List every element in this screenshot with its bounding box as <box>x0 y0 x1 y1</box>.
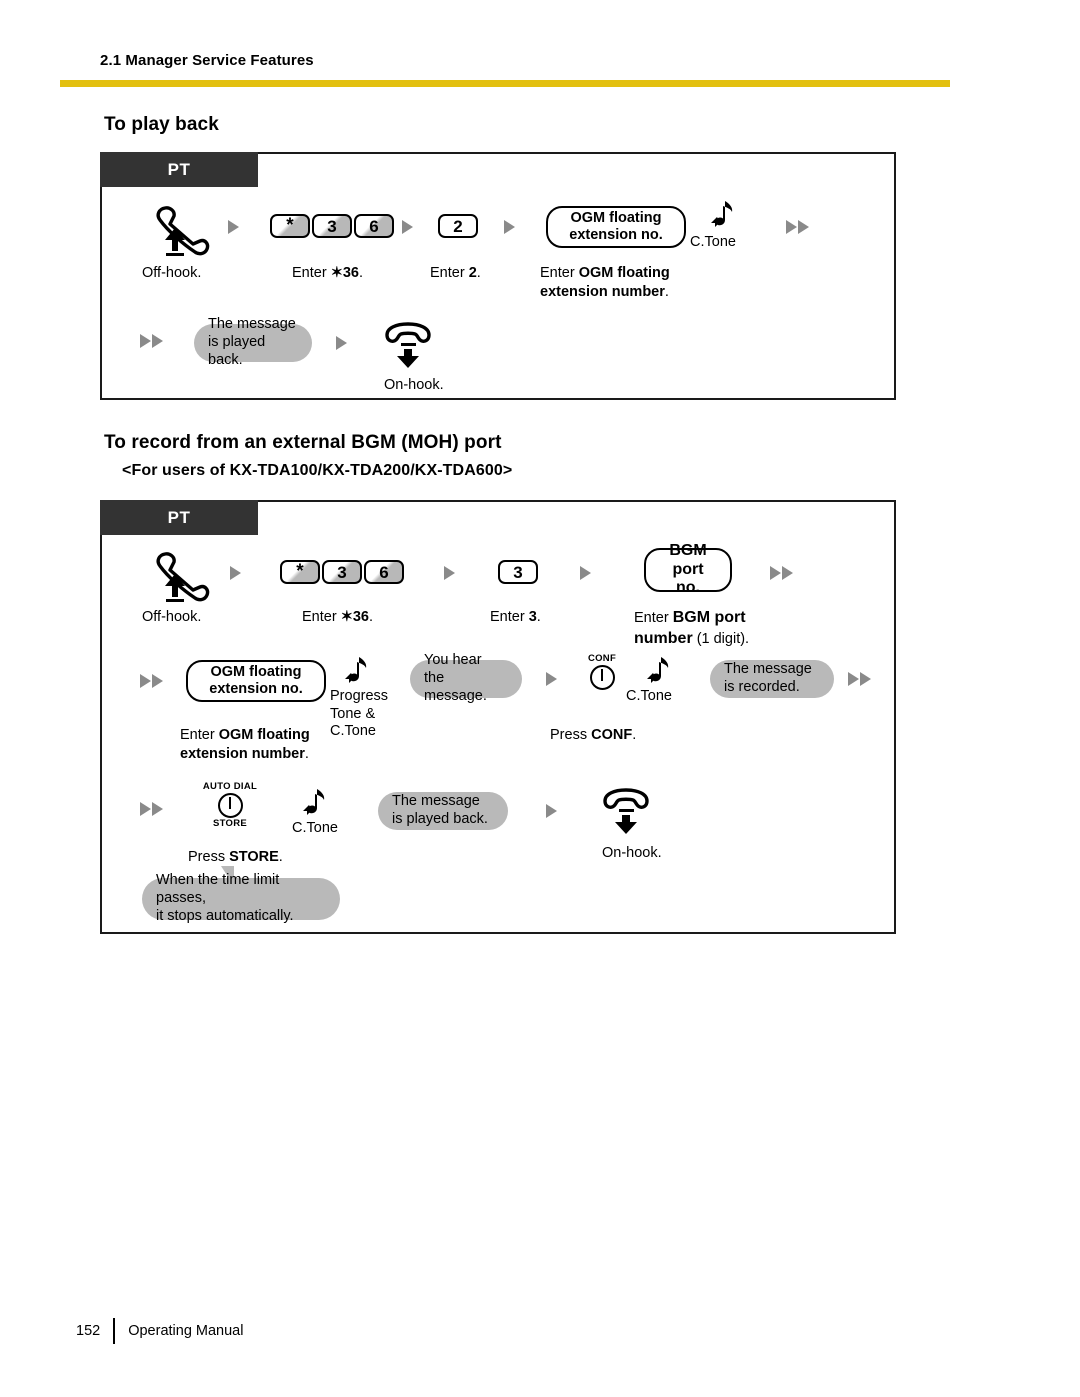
bubble-message-played-back: The message is played back. <box>194 316 312 368</box>
enter-ogm-caption-2: Enter OGM floating extension number. <box>180 727 310 762</box>
press-store-caption: Press STORE. <box>188 849 283 865</box>
keypad-star-36-b[interactable]: * 3 6 <box>280 560 404 584</box>
key-6-b[interactable]: 6 <box>364 560 404 584</box>
on-hook-caption: On-hook. <box>384 377 444 393</box>
keypad-3[interactable]: 3 <box>498 560 538 584</box>
pt-tab-label-2: PT <box>100 500 258 535</box>
ogm-floating-extension-pill[interactable]: OGM floating extension no. <box>546 206 686 248</box>
enter-star36-caption-2: Enter ✶36. <box>302 609 373 625</box>
progress-tone-note-icon <box>340 654 372 690</box>
bubble-line2: is played back. <box>208 334 266 368</box>
flow-arrow-b6 <box>546 672 557 686</box>
flow-arrow-2 <box>402 220 413 234</box>
press-conf-caption: Press CONF. <box>550 727 637 743</box>
key-star[interactable]: * <box>270 214 310 238</box>
bubble-line1: The message <box>208 316 296 333</box>
callout-time-limit: When the time limit passes, it stops aut… <box>142 872 340 924</box>
key-3-single[interactable]: 3 <box>498 560 538 584</box>
bubble-played-line2: is played back. <box>392 811 488 827</box>
enter-3-caption: Enter 3. <box>490 609 541 625</box>
ogm-pill-line1-b: OGM floating <box>210 664 302 681</box>
footer-divider <box>113 1318 116 1344</box>
store-button-circle[interactable] <box>217 793 243 819</box>
footer-manual-label: Operating Manual <box>128 1323 244 1339</box>
store-c-tone-note-icon <box>298 786 330 822</box>
footer-page-number: 152 <box>76 1323 101 1339</box>
keypad-2[interactable]: 2 <box>438 214 478 238</box>
bgm-pill-line2: no. <box>676 579 700 597</box>
conf-button[interactable]: CONF <box>576 653 628 691</box>
key-2[interactable]: 2 <box>438 214 478 238</box>
key-star-b[interactable]: * <box>280 560 320 584</box>
page-footer: 152 Operating Manual <box>76 1318 243 1344</box>
section-subtitle-users: <For users of KX-TDA100/KX-TDA200/KX-TDA… <box>122 462 513 479</box>
pt-tab-label: PT <box>100 152 258 187</box>
bubble-played-line1: The message <box>392 793 480 810</box>
flow-arrow-1 <box>228 220 239 234</box>
off-hook-handset-icon <box>150 204 212 256</box>
callout-line2: it stops automatically. <box>156 907 294 924</box>
off-hook-caption: Off-hook. <box>142 265 202 281</box>
flow-arrow-b4-double <box>770 566 793 580</box>
c-tone-label: C.Tone <box>690 234 736 250</box>
bgm-port-no-pill[interactable]: BGM port no. <box>644 542 732 596</box>
on-hook-caption-2: On-hook. <box>602 845 662 861</box>
flow-arrow-b3 <box>580 566 591 580</box>
conf-button-top-label: CONF <box>587 653 617 664</box>
bgm-pill-line1: BGM port <box>669 542 707 578</box>
bubble-hear-line2: the message. <box>424 670 487 704</box>
progress-tone-label: Progress Tone & C.Tone <box>330 688 389 740</box>
on-hook-handset-icon-2 <box>600 788 662 836</box>
bubble-message-played-back-2: The message is played back. <box>378 792 508 830</box>
enter-ogm-caption: Enter OGM floating extension number. <box>540 265 670 300</box>
conf-c-tone-note-icon <box>642 654 674 690</box>
flow-arrow-3 <box>504 220 515 234</box>
store-button-bottom-label: STORE <box>212 818 248 830</box>
flow-arrow-b8-double <box>140 802 163 816</box>
callout-line1: When the time limit passes, <box>156 872 280 907</box>
flow-arrow-b2 <box>444 566 455 580</box>
bubble-you-hear-message: You hear the message. <box>410 652 522 704</box>
bubble-recorded-line1: The message <box>724 661 812 678</box>
flow-arrow-b7-double <box>848 672 871 686</box>
header-gold-rule <box>60 80 950 87</box>
off-hook-caption-2: Off-hook. <box>142 609 202 625</box>
flow-arrow-b1 <box>230 566 241 580</box>
ogm-pill-line2: extension no. <box>569 227 663 243</box>
ogm-floating-extension-pill-2[interactable]: OGM floating extension no. <box>186 660 326 702</box>
flow-arrow-b9 <box>546 804 557 818</box>
key-3-b[interactable]: 3 <box>322 560 362 584</box>
c-tone-note-icon <box>706 198 738 234</box>
enter-bgm-caption: Enter BGM port number (1 digit). <box>634 609 750 647</box>
key-3[interactable]: 3 <box>312 214 352 238</box>
diagram-play-back: PT Off-hook. * 3 6 Enter ✶36. 2 Enter 2.… <box>100 152 896 400</box>
conf-c-tone-label: C.Tone <box>626 688 672 704</box>
flow-arrow-5-double <box>140 334 163 348</box>
bubble-hear-line1: You hear <box>424 652 482 669</box>
off-hook-handset-icon-2 <box>150 550 212 602</box>
diagram-record-bgm: PT Off-hook. * 3 6 Enter ✶36. 3 Enter 3.… <box>100 500 896 934</box>
flow-arrow-6 <box>336 336 347 350</box>
ogm-pill-line2-b: extension no. <box>209 681 303 697</box>
section-title-record-bgm: To record from an external BGM (MOH) por… <box>104 432 502 453</box>
store-button[interactable]: AUTO DIAL STORE <box>190 781 270 830</box>
store-button-top-label: AUTO DIAL <box>202 781 258 792</box>
ogm-pill-line1: OGM floating <box>570 210 662 227</box>
flow-arrow-b5-double <box>140 674 163 688</box>
key-6[interactable]: 6 <box>354 214 394 238</box>
page-header-breadcrumb: 2.1 Manager Service Features <box>100 52 314 69</box>
enter-star36-caption: Enter ✶36. <box>292 265 363 281</box>
section-title-play-back: To play back <box>104 114 219 135</box>
flow-arrow-4-double <box>786 220 809 234</box>
bubble-recorded-line2: is recorded. <box>724 679 800 695</box>
on-hook-handset-icon <box>382 322 444 370</box>
conf-button-circle[interactable] <box>589 665 615 691</box>
enter-2-caption: Enter 2. <box>430 265 481 281</box>
keypad-star-36[interactable]: * 3 6 <box>270 214 394 238</box>
store-c-tone-label: C.Tone <box>292 820 338 836</box>
bubble-message-recorded: The message is recorded. <box>710 660 834 698</box>
